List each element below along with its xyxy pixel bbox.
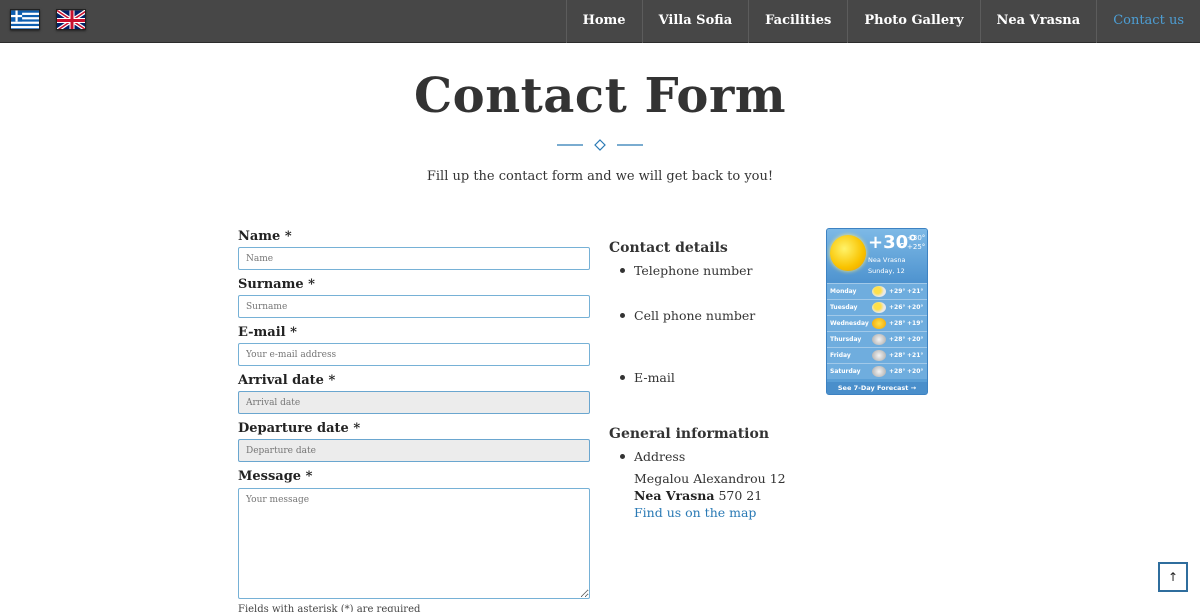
weather-place: Nea Vrasna: [868, 256, 906, 264]
partly-sunny-icon: [872, 286, 886, 297]
forecast-high: +28°: [889, 368, 906, 375]
forecast-day: Tuesday: [830, 304, 858, 311]
forecast-low: +20°: [907, 304, 924, 311]
contact-email: E-mail: [634, 370, 675, 385]
name-input[interactable]: [238, 247, 590, 270]
forecast-low: +19°: [907, 320, 924, 327]
forecast-row: Wednesday +28° +19°: [827, 315, 927, 331]
nav-facilities[interactable]: Facilities: [748, 0, 847, 43]
cloud-icon: [872, 334, 886, 345]
uk-flag-icon[interactable]: [56, 9, 86, 30]
nav-home[interactable]: Home: [565, 0, 642, 43]
title-divider: [557, 137, 643, 151]
forecast-row: Thursday +28° +20°: [827, 331, 927, 347]
forecast-low: +21°: [907, 352, 924, 359]
forecast-high: +28°: [889, 352, 906, 359]
sun-icon: [872, 318, 886, 329]
bullet-icon: [620, 375, 625, 380]
surname-label: Surname *: [238, 277, 315, 292]
arrival-date-label: Arrival date *: [238, 373, 336, 388]
contact-telephone: Telephone number: [634, 263, 753, 278]
forecast-row: Tuesday +26° +20°: [827, 299, 927, 315]
forecast-high: +28°: [889, 320, 906, 327]
forecast-day: Wednesday: [830, 320, 869, 327]
nav-photo-gallery[interactable]: Photo Gallery: [847, 0, 979, 43]
forecast-day: Saturday: [830, 368, 861, 375]
weather-date: Sunday, 12: [868, 267, 905, 275]
surname-input[interactable]: [238, 295, 590, 318]
departure-date-label: Departure date *: [238, 421, 361, 436]
address-city: Nea Vrasna: [634, 488, 715, 503]
page-title: Contact Form: [413, 68, 787, 124]
weather-today: +30° C +30° +25° Nea Vrasna Sunday, 12: [827, 229, 927, 283]
nav-nea-vrasna[interactable]: Nea Vrasna: [979, 0, 1097, 43]
cloud-icon: [872, 366, 886, 377]
forecast-low: +21°: [907, 288, 924, 295]
address-city-line: Nea Vrasna 570 21: [634, 488, 762, 503]
email-label: E-mail *: [238, 325, 297, 340]
forecast-row: Saturday +28° +20°: [827, 363, 927, 379]
email-input[interactable]: [238, 343, 590, 366]
forecast-high: +29°: [889, 288, 906, 295]
bullet-icon: [620, 268, 625, 273]
weather-low: +25°: [907, 243, 926, 251]
map-link[interactable]: Find us on the map: [634, 505, 756, 520]
forecast-link[interactable]: See 7-Day Forecast →: [827, 382, 927, 394]
back-to-top-button[interactable]: ↑: [1158, 562, 1188, 592]
weather-high: +30°: [907, 234, 926, 242]
contact-cellphone: Cell phone number: [634, 308, 756, 323]
forecast-day: Monday: [830, 288, 857, 295]
address-postcode: 570 21: [718, 488, 763, 503]
general-info-title: General information: [609, 426, 770, 442]
weather-unit: C: [899, 242, 905, 250]
forecast-row: Friday +28° +21°: [827, 347, 927, 363]
forecast-low: +20°: [907, 368, 924, 375]
message-label: Message *: [238, 469, 313, 484]
partly-sunny-icon: [872, 302, 886, 313]
page-subtitle: Fill up the contact form and we will get…: [426, 169, 774, 184]
main-nav: Home Villa Sofia Facilities Photo Galler…: [565, 0, 1200, 43]
forecast-low: +20°: [907, 336, 924, 343]
address-label: Address: [634, 449, 686, 464]
arrival-date-input[interactable]: [238, 391, 590, 414]
weather-widget[interactable]: +30° C +30° +25° Nea Vrasna Sunday, 12 M…: [826, 228, 928, 395]
forecast-high: +28°: [889, 336, 906, 343]
contact-details-title: Contact details: [609, 240, 728, 256]
arrow-up-icon: ↑: [1167, 570, 1179, 584]
nav-villa-sofia[interactable]: Villa Sofia: [641, 0, 749, 43]
forecast-day: Friday: [830, 352, 851, 359]
forecast-high: +26°: [889, 304, 906, 311]
required-note: Fields with asterisk (*) are required: [238, 604, 421, 612]
greek-flag-icon[interactable]: [10, 9, 40, 30]
sun-icon: [830, 235, 866, 271]
forecast-day: Thursday: [830, 336, 862, 343]
message-textarea[interactable]: [238, 488, 590, 599]
nav-contact-us[interactable]: Contact us: [1096, 0, 1200, 43]
address-street: Megalou Alexandrou 12: [634, 471, 786, 486]
cloud-icon: [872, 350, 886, 361]
departure-date-input[interactable]: [238, 439, 590, 462]
navbar: Home Villa Sofia Facilities Photo Galler…: [0, 0, 1200, 43]
bullet-icon: [620, 454, 625, 459]
forecast-row: Monday +29° +21°: [827, 283, 927, 299]
bullet-icon: [620, 313, 625, 318]
name-label: Name *: [238, 229, 292, 244]
